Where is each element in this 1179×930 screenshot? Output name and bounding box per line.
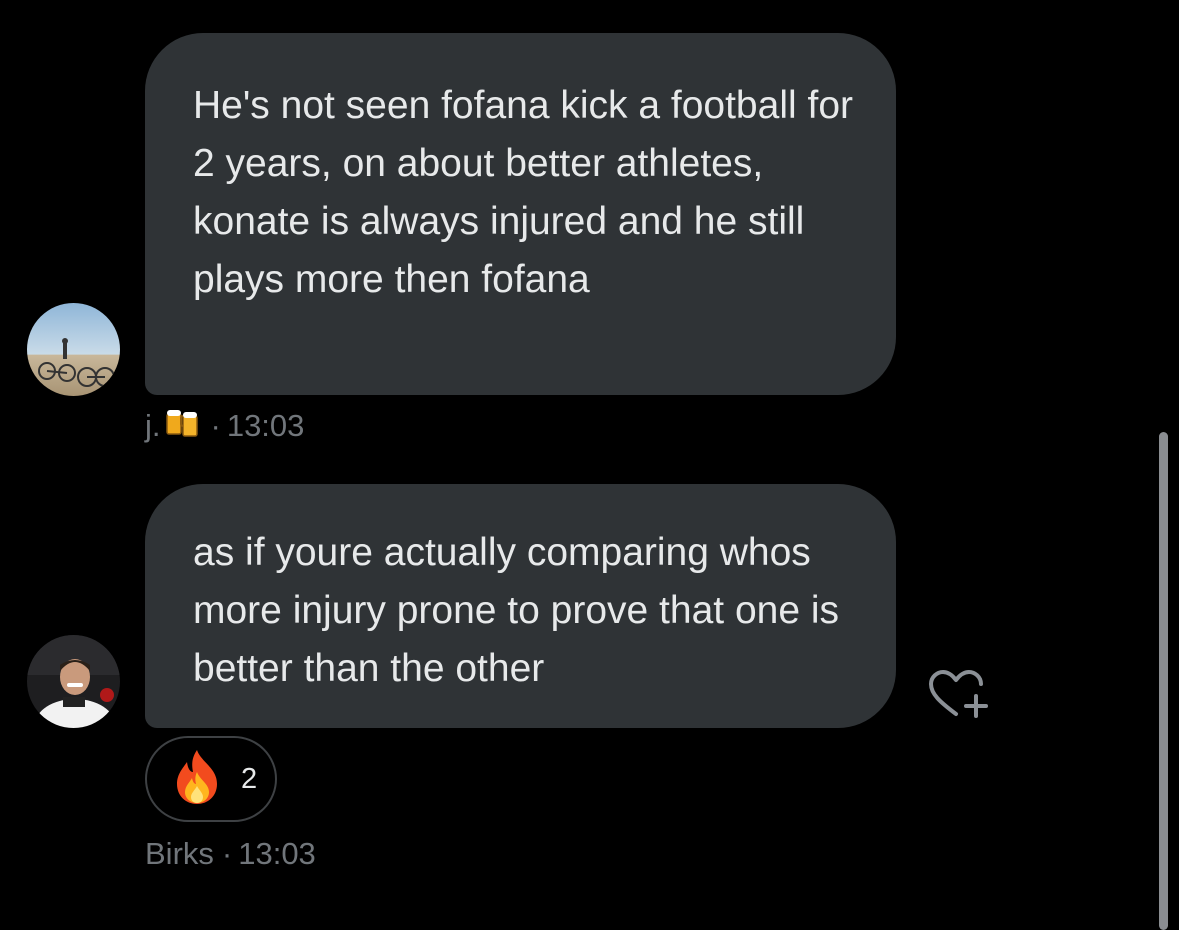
add-reaction-heart-icon[interactable] xyxy=(928,668,990,720)
beer-mugs-icon xyxy=(163,406,203,446)
avatar-birks[interactable] xyxy=(27,635,120,728)
beach-bicycles-photo xyxy=(27,303,120,396)
message-meta: j. · 13:03 xyxy=(145,406,304,446)
message-text: as if youre actually comparing whos more… xyxy=(193,531,840,690)
message-bubble[interactable]: He's not seen fofana kick a football for… xyxy=(145,33,896,395)
person-photo xyxy=(27,635,120,728)
avatar-j[interactable] xyxy=(27,303,120,396)
scrollbar[interactable] xyxy=(1159,432,1168,930)
message-bubble[interactable]: as if youre actually comparing whos more… xyxy=(145,484,896,728)
message-time: 13:03 xyxy=(238,836,316,871)
message-time: 13:03 xyxy=(226,408,305,443)
message-meta: Birks · 13:03 xyxy=(145,836,316,872)
fire-icon xyxy=(173,748,221,811)
sender-name[interactable]: Birks xyxy=(145,836,214,872)
meta-separator: · xyxy=(221,836,233,871)
reaction-count: 2 xyxy=(241,762,258,795)
reaction-pill[interactable]: 2 xyxy=(145,736,277,822)
meta-separator: · xyxy=(210,408,221,443)
message-text: He's not seen fofana kick a football for… xyxy=(193,84,853,301)
sender-name[interactable]: j. xyxy=(145,408,161,444)
